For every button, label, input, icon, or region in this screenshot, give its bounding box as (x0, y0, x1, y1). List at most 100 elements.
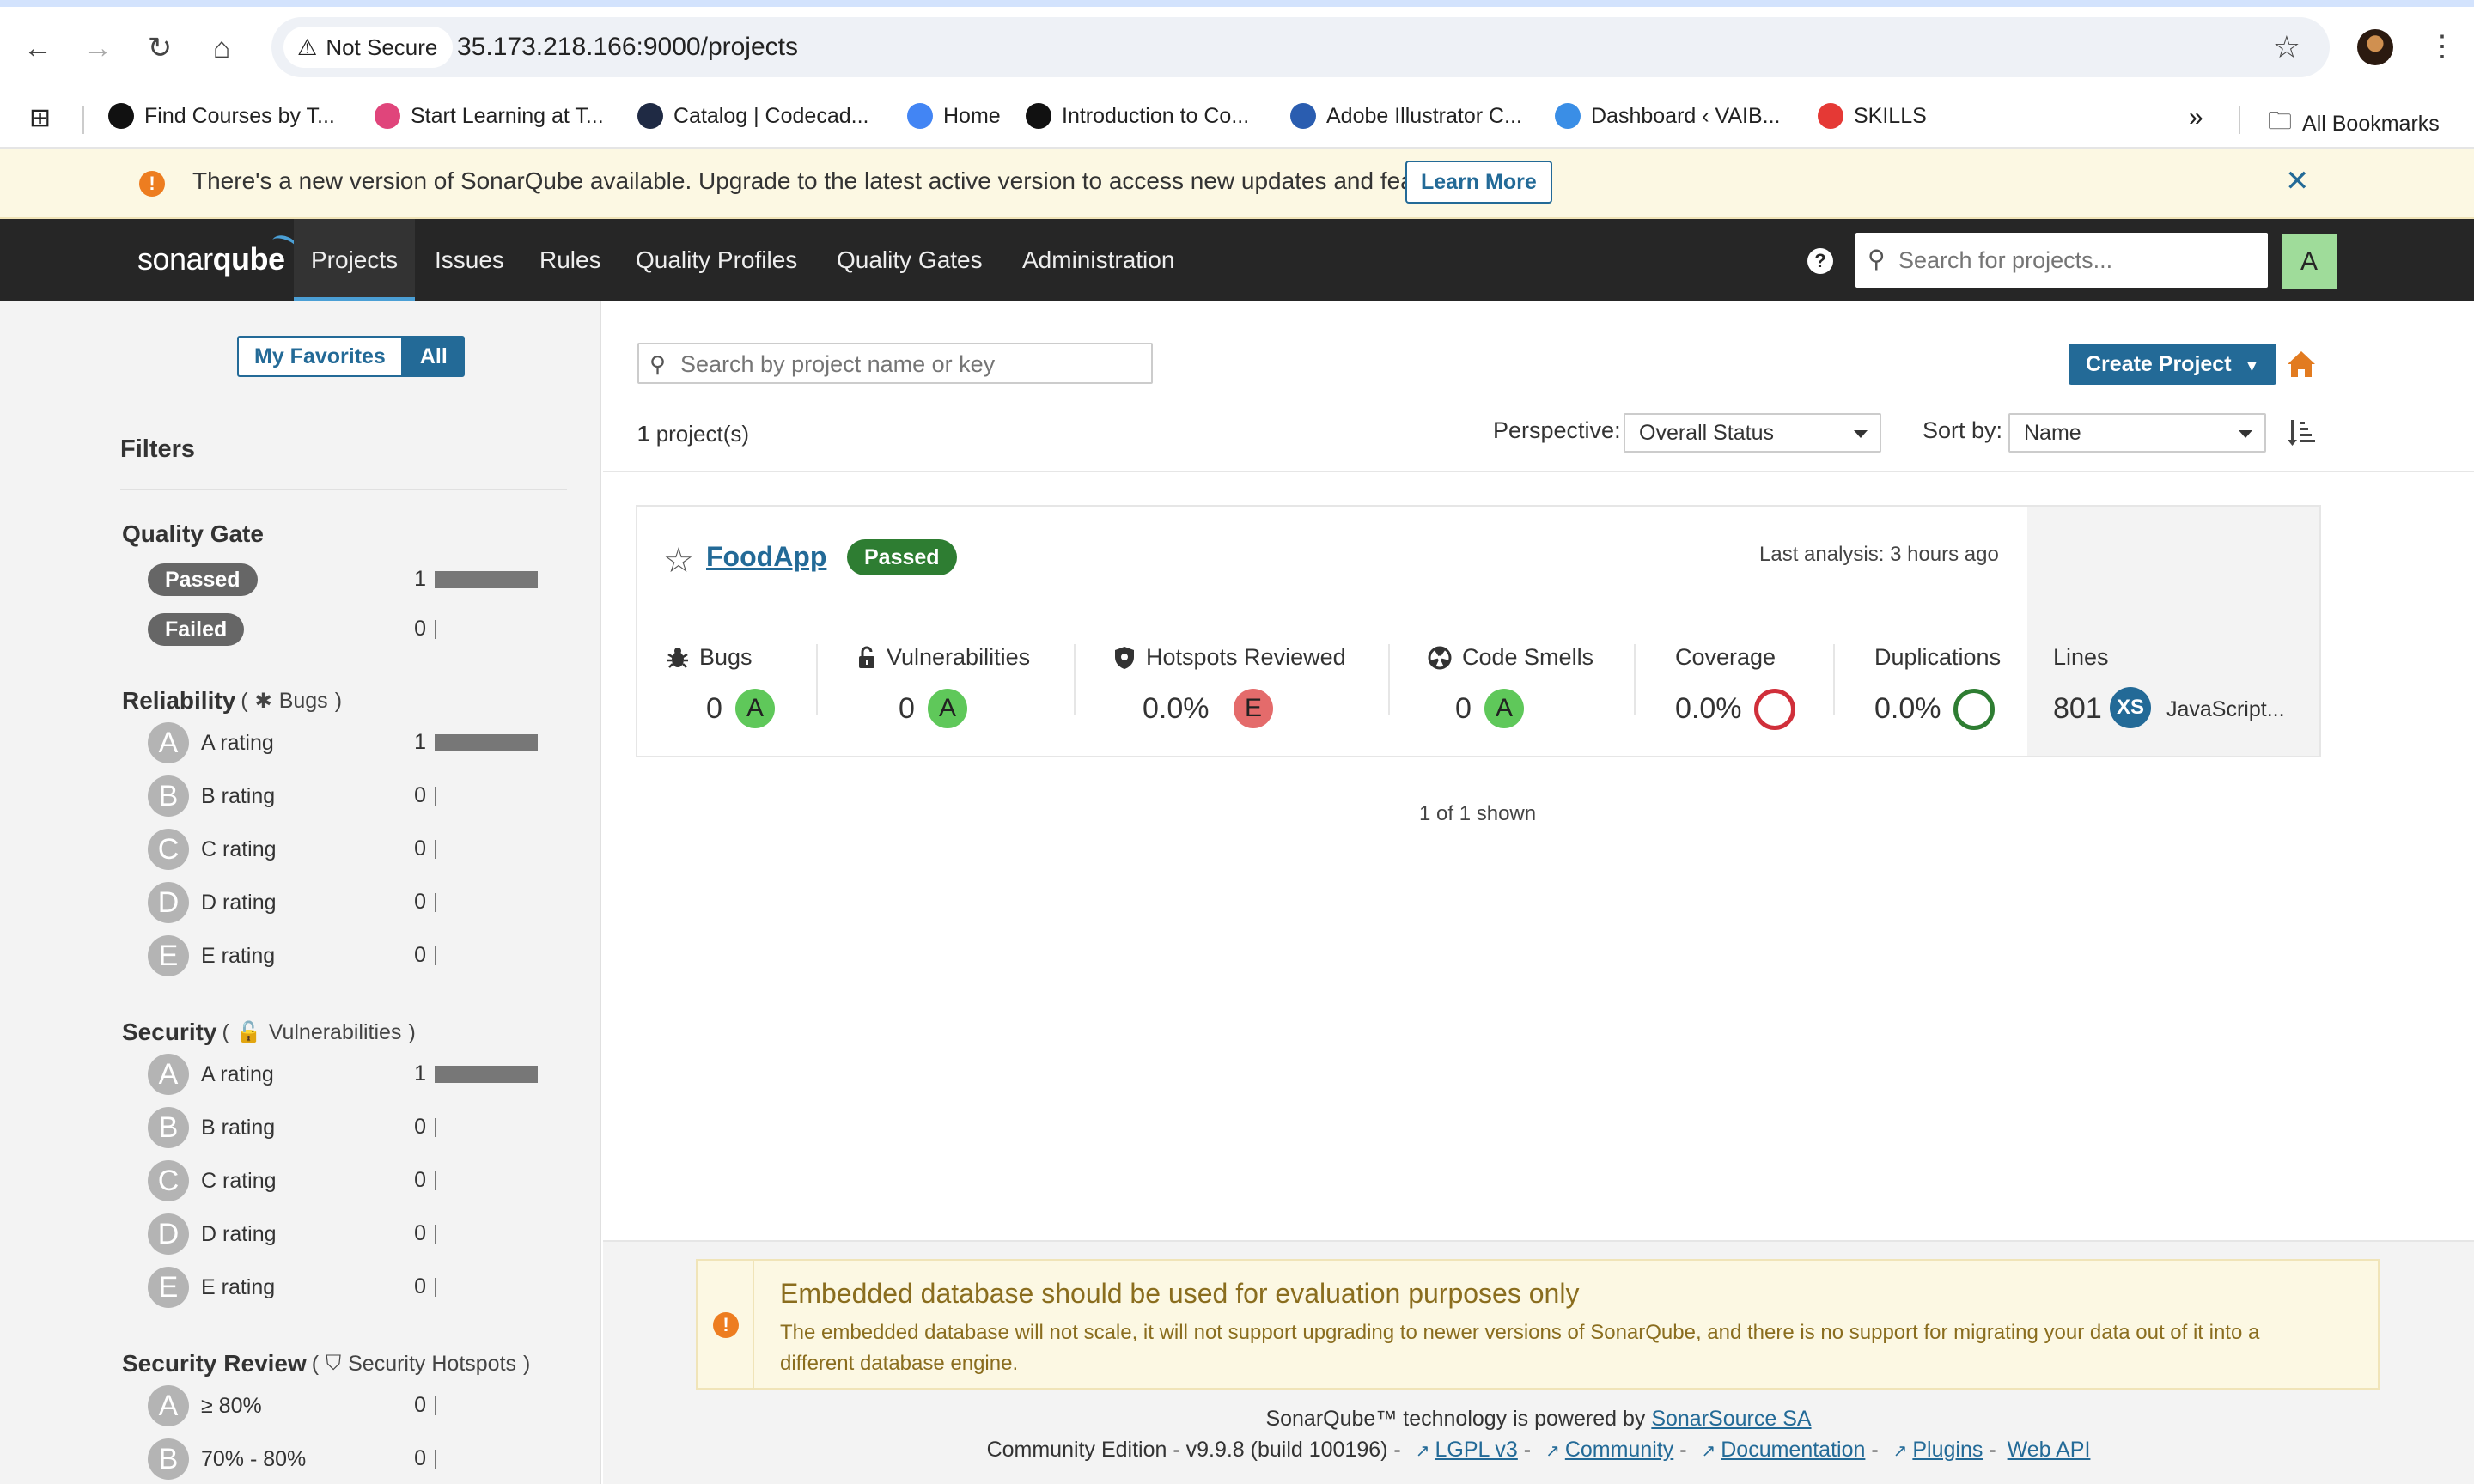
nav-item-projects[interactable]: Projects (294, 219, 416, 301)
filter-option[interactable]: C C rating 0 (148, 1159, 543, 1202)
filter-title: Security (122, 1019, 217, 1045)
nav-item-quality-profiles[interactable]: Quality Profiles (618, 219, 814, 301)
bookmark-star-icon[interactable]: ☆ (2273, 29, 2300, 65)
sort-by-value: Name (2024, 421, 2081, 445)
metric-label: Hotspots Reviewed (1146, 644, 1346, 670)
project-count: 1 project(s) (637, 421, 749, 447)
sonarsource-link[interactable]: SonarSource SA (1651, 1407, 1811, 1431)
metric-bugs[interactable]: Bugs 0 A (667, 644, 775, 728)
create-project-button[interactable]: Create Project ▼ (2069, 344, 2277, 385)
filter-option[interactable]: B B rating 0 (148, 1106, 543, 1149)
filter-option[interactable]: D D rating 0 (148, 881, 543, 924)
global-search[interactable]: ⚲ (1855, 233, 2268, 288)
perspective-select[interactable]: Overall Status (1624, 413, 1881, 453)
bookmark-item[interactable]: Start Learning at T... (375, 103, 604, 129)
paren: ) (408, 1019, 416, 1044)
external-link-icon: ↗ (1545, 1442, 1560, 1461)
lgpl-link[interactable]: LGPL v3 (1435, 1438, 1517, 1462)
filter-count: 1 (414, 1061, 426, 1086)
external-link-icon: ↗ (1701, 1442, 1716, 1461)
metric-code-smells[interactable]: Code Smells 0 A (1428, 644, 1593, 728)
warning-icon-column: ! (698, 1261, 754, 1388)
documentation-link[interactable]: Documentation (1721, 1438, 1865, 1462)
nav-item-issues[interactable]: Issues (417, 219, 521, 301)
rating-label: E rating (201, 1274, 276, 1299)
filter-count-bar (435, 946, 436, 965)
metric-label: Duplications (1874, 644, 2002, 670)
sonarqube-logo[interactable]: sonarqube (137, 232, 300, 277)
bookmark-label: Find Courses by T... (144, 103, 335, 128)
filter-option[interactable]: Failed 0 (148, 608, 543, 651)
filter-title: Quality Gate (122, 520, 264, 547)
metric-coverage[interactable]: Coverage 0.0% (1675, 644, 1795, 730)
nav-item-quality-gates[interactable]: Quality Gates (820, 219, 1000, 301)
address-bar[interactable]: ⚠ Not Secure 35.173.218.166:9000/project… (271, 17, 2330, 77)
close-icon[interactable]: ✕ (2285, 164, 2310, 198)
folder-icon: 🗀 (2268, 107, 2293, 134)
metric-smells-label-row: Code Smells (1428, 644, 1593, 671)
user-avatar[interactable]: A (2282, 234, 2337, 289)
home-icon[interactable]: ⌂ (203, 29, 241, 67)
sort-ascending-icon[interactable] (2287, 417, 2318, 448)
filter-count-bar (435, 620, 436, 639)
bookmark-item[interactable]: Adobe Illustrator C... (1290, 103, 1522, 129)
kebab-menu-icon[interactable]: ⋮ (2428, 29, 2457, 64)
bookmark-item[interactable]: SKILLS (1818, 103, 1927, 129)
edition-text: Community Edition - v9.9.8 (build 100196… (986, 1438, 1401, 1462)
filter-count-bar (435, 1278, 436, 1297)
rating-letter-badge: C (148, 829, 189, 870)
homepage-icon[interactable] (2285, 349, 2318, 380)
plugins-link[interactable]: Plugins (1912, 1438, 1983, 1462)
filter-count-bar (435, 787, 436, 806)
profile-avatar[interactable] (2357, 29, 2393, 65)
back-icon[interactable]: ← (19, 29, 57, 67)
filter-option[interactable]: A A rating 1 (148, 721, 543, 764)
bookmark-item[interactable]: Find Courses by T... (108, 103, 335, 129)
bookmark-item[interactable]: Introduction to Co... (1026, 103, 1249, 129)
bookmark-item[interactable]: Dashboard ‹ VAIB... (1555, 103, 1780, 129)
apps-grid-icon[interactable]: ⊞ (29, 103, 51, 133)
security-indicator[interactable]: ⚠ Not Secure (283, 27, 454, 68)
project-search-input[interactable] (680, 350, 1144, 379)
filter-option[interactable]: E E rating 0 (148, 934, 543, 977)
metric-lines[interactable]: Lines 801 XS JavaScript... (2053, 644, 2285, 728)
filter-option[interactable]: B B rating 0 (148, 775, 543, 818)
community-link[interactable]: Community (1565, 1438, 1673, 1462)
filter-count-bar (435, 571, 538, 588)
filter-option[interactable]: C C rating 0 (148, 828, 543, 871)
project-search[interactable]: ⚲ (637, 343, 1153, 384)
rating-letter-badge: E (148, 935, 189, 976)
global-search-input[interactable] (1898, 240, 2251, 281)
metric-hotspots-reviewed[interactable]: Hotspots Reviewed 0.0% E (1113, 644, 1346, 728)
all-bookmarks[interactable]: 🗀 All Bookmarks (2268, 103, 2440, 144)
sort-by-select[interactable]: Name (2008, 413, 2266, 453)
favorite-star-icon[interactable]: ☆ (663, 541, 694, 581)
filter-option[interactable]: D D rating 0 (148, 1213, 543, 1256)
filter-option[interactable]: E E rating 0 (148, 1266, 543, 1309)
all-projects-button[interactable]: All (402, 336, 465, 377)
reload-icon[interactable]: ↻ (141, 29, 179, 67)
nav-item-administration[interactable]: Administration (1005, 219, 1191, 301)
learn-more-button[interactable]: Learn More (1405, 161, 1552, 204)
metric-value: 0 (1455, 692, 1472, 725)
my-favorites-button[interactable]: My Favorites (237, 336, 403, 377)
filter-option[interactable]: A A rating 1 (148, 1053, 543, 1096)
metric-vulnerabilities[interactable]: Vulnerabilities 0 A (857, 644, 1030, 728)
help-icon[interactable]: ? (1807, 248, 1833, 274)
filter-section-title: Reliability ( ✱ Bugs ) (122, 687, 342, 715)
filter-option[interactable]: Passed 1 (148, 558, 543, 601)
shown-count: 1 of 1 shown (1419, 802, 1537, 825)
bookmarks-overflow-icon[interactable]: » (2189, 103, 2203, 132)
url-text[interactable]: 35.173.218.166:9000/projects (457, 33, 798, 62)
bookmark-item[interactable]: Catalog | Codecad... (637, 103, 868, 129)
powered-prefix: SonarQube™ technology is powered by (1265, 1407, 1652, 1431)
project-name-link[interactable]: FoodApp (706, 541, 826, 573)
metric-vulns-label-row: Vulnerabilities (857, 644, 1030, 671)
rating-label: C rating (201, 836, 277, 861)
nav-item-rules[interactable]: Rules (522, 219, 618, 301)
web-api-link[interactable]: Web API (2008, 1438, 2091, 1462)
forward-icon[interactable]: → (79, 29, 117, 67)
bookmark-item[interactable]: Home (907, 103, 1001, 129)
filter-count: 0 (414, 783, 426, 807)
metric-duplications[interactable]: Duplications 0.0% (1874, 644, 2002, 730)
